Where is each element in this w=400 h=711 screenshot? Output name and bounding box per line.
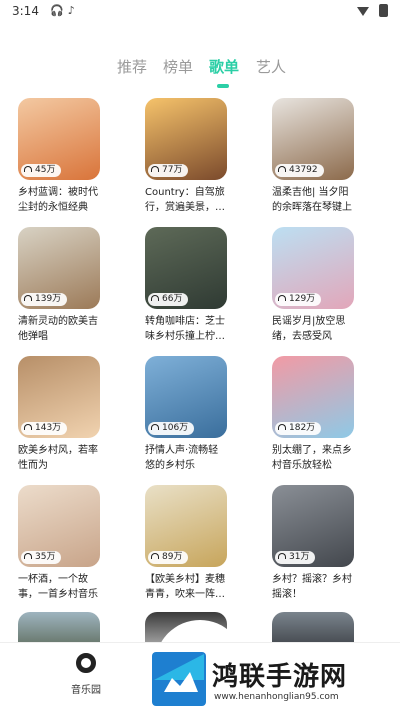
- playlist-card[interactable]: 143万欧美乡村风，若率性而为: [18, 356, 100, 473]
- playlist-cover-partial[interactable]: [272, 612, 354, 642]
- play-count-badge: 106万: [148, 422, 195, 435]
- play-count: 106万: [162, 423, 189, 433]
- playlist-cover[interactable]: 43792: [272, 98, 354, 180]
- status-time: 3:14: [12, 4, 39, 18]
- headphones-icon: [151, 424, 159, 430]
- play-count: 89万: [162, 552, 183, 562]
- headphones-icon: [151, 295, 159, 301]
- playlist-cover[interactable]: 129万: [272, 227, 354, 309]
- tiktok-icon: ♪: [67, 4, 79, 17]
- play-count: 31万: [289, 552, 310, 562]
- playlist-title[interactable]: 【欧美乡村】麦穗青青，吹来一阵…: [145, 572, 227, 602]
- playlist-cover[interactable]: 106万: [145, 356, 227, 438]
- play-count-badge: 139万: [21, 293, 68, 306]
- play-count-badge: 31万: [275, 551, 316, 564]
- status-right-icons: [357, 4, 388, 18]
- wifi-icon: [357, 7, 370, 16]
- nav-music-garden[interactable]: 音乐园: [60, 653, 112, 696]
- watermark-text: 鸿联手游网: [212, 662, 348, 692]
- playlist-title[interactable]: 温柔吉他| 当夕阳的余晖落在琴键上: [272, 185, 354, 215]
- playlist-title[interactable]: 一杯酒，一个故事，一首乡村音乐: [18, 572, 100, 602]
- playlist-cover[interactable]: 143万: [18, 356, 100, 438]
- playlist-card[interactable]: 31万乡村？摇滚？乡村摇滚！: [272, 485, 354, 602]
- play-count: 182万: [289, 423, 316, 433]
- playlist-title[interactable]: 乡村？摇滚？乡村摇滚！: [272, 572, 354, 602]
- playlist-title[interactable]: Country：自驾旅行，赏遍美景，…: [145, 185, 227, 215]
- playlist-card[interactable]: 45万乡村蓝调：被时代尘封的永恒经典: [18, 98, 100, 215]
- play-count: 43792: [289, 165, 318, 175]
- headphones-icon: 🎧: [50, 4, 68, 17]
- playlist-card[interactable]: 77万 Country：自驾旅行，赏遍美景，…: [145, 98, 227, 215]
- playlist-cover[interactable]: 182万: [272, 356, 354, 438]
- tab-active-indicator: [217, 84, 229, 88]
- category-tabs: 推荐 榜单 歌单 艺人: [0, 56, 400, 86]
- play-count: 66万: [162, 294, 183, 304]
- battery-icon: [379, 4, 388, 17]
- watermark-url: www.henanhonglian95.com: [214, 692, 339, 702]
- playlist-card[interactable]: 35万一杯酒，一个故事，一首乡村音乐: [18, 485, 100, 602]
- playlist-card[interactable]: 66万转角咖啡店：芝士味乡村乐撞上柠…: [145, 227, 227, 344]
- headphones-icon: [278, 424, 286, 430]
- playlist-card[interactable]: 43792 温柔吉他| 当夕阳的余晖落在琴键上: [272, 98, 354, 215]
- play-count-badge: 143万: [21, 422, 68, 435]
- play-count: 143万: [35, 423, 62, 433]
- status-bar: 3:14 🎧♪: [0, 0, 400, 24]
- playlist-cover[interactable]: 31万: [272, 485, 354, 567]
- playlist-card[interactable]: 182万别太绷了，来点乡村音乐放轻松: [272, 356, 354, 473]
- play-count-badge: 43792: [275, 164, 324, 177]
- tab-recommend[interactable]: 推荐: [117, 56, 147, 77]
- headphones-icon: [278, 295, 286, 301]
- headphones-icon: [278, 166, 286, 172]
- play-count-badge: 66万: [148, 293, 189, 306]
- headphones-icon: [24, 424, 32, 430]
- watermark-logo: [152, 652, 206, 706]
- playlist-title[interactable]: 清新灵动的欧美吉他弹唱: [18, 314, 100, 344]
- playlist-title[interactable]: 乡村蓝调：被时代尘封的永恒经典: [18, 185, 100, 215]
- watermark: 鸿联手游网 www.henanhonglian95.com: [150, 650, 400, 711]
- playlist-title[interactable]: 别太绷了，来点乡村音乐放轻松: [272, 443, 354, 473]
- tab-playlists[interactable]: 歌单: [209, 56, 239, 77]
- playlist-cover[interactable]: 35万: [18, 485, 100, 567]
- playlist-cover[interactable]: 66万: [145, 227, 227, 309]
- play-count: 129万: [289, 294, 316, 304]
- playlist-card[interactable]: 89万【欧美乡村】麦穗青青，吹来一阵…: [145, 485, 227, 602]
- playlist-title[interactable]: 抒情人声·流畅轻悠的乡村乐: [145, 443, 227, 473]
- play-count: 77万: [162, 165, 183, 175]
- nav-music-garden-label: 音乐园: [71, 685, 101, 696]
- playlist-title[interactable]: 欧美乡村风，若率性而为: [18, 443, 100, 473]
- headphones-icon: [24, 553, 32, 559]
- play-count-badge: 182万: [275, 422, 322, 435]
- play-count-badge: 45万: [21, 164, 62, 177]
- playlist-cover[interactable]: 45万: [18, 98, 100, 180]
- playlist-cover[interactable]: 89万: [145, 485, 227, 567]
- playlist-cover-partial[interactable]: [18, 612, 100, 642]
- headphones-icon: [278, 553, 286, 559]
- tab-artists[interactable]: 艺人: [256, 56, 286, 77]
- play-count: 35万: [35, 552, 56, 562]
- headphones-icon: [24, 166, 32, 172]
- playlist-cover[interactable]: 77万: [145, 98, 227, 180]
- headphones-icon: [24, 295, 32, 301]
- play-count: 45万: [35, 165, 56, 175]
- playlist-card[interactable]: 139万清新灵动的欧美吉他弹唱: [18, 227, 100, 344]
- play-count-badge: 89万: [148, 551, 189, 564]
- playlist-card[interactable]: 106万抒情人声·流畅轻悠的乡村乐: [145, 356, 227, 473]
- play-count-badge: 35万: [21, 551, 62, 564]
- playlist-title[interactable]: 转角咖啡店：芝士味乡村乐撞上柠…: [145, 314, 227, 344]
- play-count-badge: 129万: [275, 293, 322, 306]
- headphones-icon: [151, 553, 159, 559]
- tab-charts[interactable]: 榜单: [163, 56, 193, 77]
- playlist-card[interactable]: 129万民谣岁月|放空思绪，去感受风: [272, 227, 354, 344]
- play-count-badge: 77万: [148, 164, 189, 177]
- status-notification-icons: 🎧♪: [50, 4, 79, 17]
- disc-icon: [76, 653, 96, 673]
- play-count: 139万: [35, 294, 62, 304]
- playlist-title[interactable]: 民谣岁月|放空思绪，去感受风: [272, 314, 354, 344]
- headphones-icon: [151, 166, 159, 172]
- playlist-cover[interactable]: 139万: [18, 227, 100, 309]
